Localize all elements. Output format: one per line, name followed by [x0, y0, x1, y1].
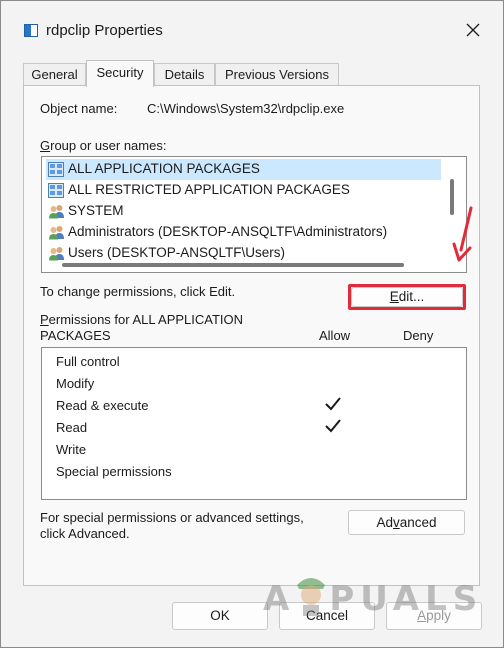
user-row-all-application-packages[interactable]: ALL APPLICATION PACKAGES: [46, 159, 441, 180]
app-package-icon: [48, 183, 64, 198]
user-list[interactable]: ALL APPLICATION PACKAGES ALL RESTRICTED …: [41, 156, 467, 273]
change-permissions-text: To change permissions, click Edit.: [40, 284, 236, 299]
advanced-label-accel: v: [392, 515, 400, 530]
permission-name: Read & execute: [56, 398, 149, 413]
permissions-accel: P: [40, 312, 49, 327]
user-row-administrators[interactable]: Administrators (DESKTOP-ANSQLTF\Administ…: [46, 222, 441, 243]
user-group-icon: [49, 205, 64, 219]
ok-button[interactable]: OK: [172, 602, 268, 630]
properties-window: rdpclip Properties General Security Deta…: [0, 0, 504, 648]
permission-row-read: Read: [56, 419, 456, 440]
app-package-icon: [48, 162, 64, 177]
red-arrow-icon: [452, 206, 473, 262]
permissions-for-label: Permissions for ALL APPLICATION: [40, 312, 243, 327]
cancel-button[interactable]: Cancel: [279, 602, 375, 630]
apply-accel: A: [417, 608, 427, 623]
object-name-value: C:\Windows\System32\rdpclip.exe: [147, 101, 345, 116]
user-row-system[interactable]: SYSTEM: [46, 201, 441, 222]
permission-name: Read: [56, 420, 88, 435]
user-name: ALL RESTRICTED APPLICATION PACKAGES: [68, 182, 350, 197]
permission-row-read-execute: Read & execute: [56, 397, 456, 418]
permissions-list: Full control Modify Read & execute Read …: [41, 347, 467, 500]
object-name-label: Object name:: [40, 101, 118, 116]
close-icon: [466, 23, 480, 37]
title-bar: rdpclip Properties: [1, 1, 503, 59]
user-name: ALL APPLICATION PACKAGES: [68, 161, 260, 176]
advanced-button[interactable]: Advanced: [348, 510, 465, 535]
allow-check-icon: [325, 397, 341, 411]
permission-name: Write: [56, 442, 87, 457]
permissions-label-line2: PACKAGES: [40, 328, 111, 343]
group-label: Group or user names:: [40, 138, 166, 153]
close-button[interactable]: [456, 13, 490, 47]
horizontal-scrollbar-thumb[interactable]: [62, 263, 404, 267]
user-row-users[interactable]: Users (DESKTOP-ANSQLTF\Users): [46, 243, 441, 264]
user-name: Administrators (DESKTOP-ANSQLTF\Administ…: [68, 224, 388, 239]
allow-header: Allow: [319, 328, 351, 343]
user-row-all-restricted-application-packages[interactable]: ALL RESTRICTED APPLICATION PACKAGES: [46, 180, 441, 201]
allow-check-icon: [325, 419, 341, 433]
user-name: Users (DESKTOP-ANSQLTF\Users): [68, 245, 286, 260]
group-label-accel: G: [40, 138, 51, 153]
user-group-icon: [49, 247, 64, 261]
edit-button-highlight: [348, 284, 466, 310]
ok-label: OK: [210, 608, 230, 623]
user-name: SYSTEM: [68, 203, 124, 218]
tab-general[interactable]: General: [23, 63, 86, 85]
permission-name: Modify: [56, 376, 95, 391]
apply-label: pply: [426, 608, 451, 623]
permission-row-special: Special permissions: [56, 464, 456, 484]
tab-previous-versions[interactable]: Previous Versions: [215, 63, 339, 85]
special-permissions-text-line1: For special permissions or advanced sett…: [40, 510, 304, 525]
advanced-label-pre: Ad: [376, 515, 393, 530]
tab-details[interactable]: Details: [154, 63, 215, 85]
advanced-label-post: anced: [399, 515, 437, 530]
permission-name: Special permissions: [56, 464, 172, 479]
app-icon: [24, 24, 38, 37]
permissions-label-line1: ermissions for ALL APPLICATION: [48, 312, 244, 327]
window-title: rdpclip Properties: [46, 22, 163, 39]
permission-row-modify: Modify: [56, 376, 456, 396]
user-group-icon: [49, 226, 64, 240]
tab-label: Previous Versions: [224, 67, 330, 82]
permission-name: Full control: [56, 354, 120, 369]
permission-row-write: Write: [56, 442, 456, 462]
tab-label: Security: [96, 65, 144, 80]
cancel-label: Cancel: [305, 608, 349, 623]
security-panel: Object name: C:\Windows\System32\rdpclip…: [23, 85, 480, 586]
tab-label: General: [31, 67, 78, 82]
tab-label: Details: [164, 67, 205, 82]
special-permissions-text-line2: click Advanced.: [40, 526, 130, 541]
deny-header: Deny: [403, 328, 434, 343]
group-label-text: roup or user names:: [50, 138, 167, 153]
permission-row-full-control: Full control: [56, 354, 456, 374]
tab-security[interactable]: Security: [86, 60, 154, 87]
apply-button[interactable]: Apply: [386, 602, 482, 630]
